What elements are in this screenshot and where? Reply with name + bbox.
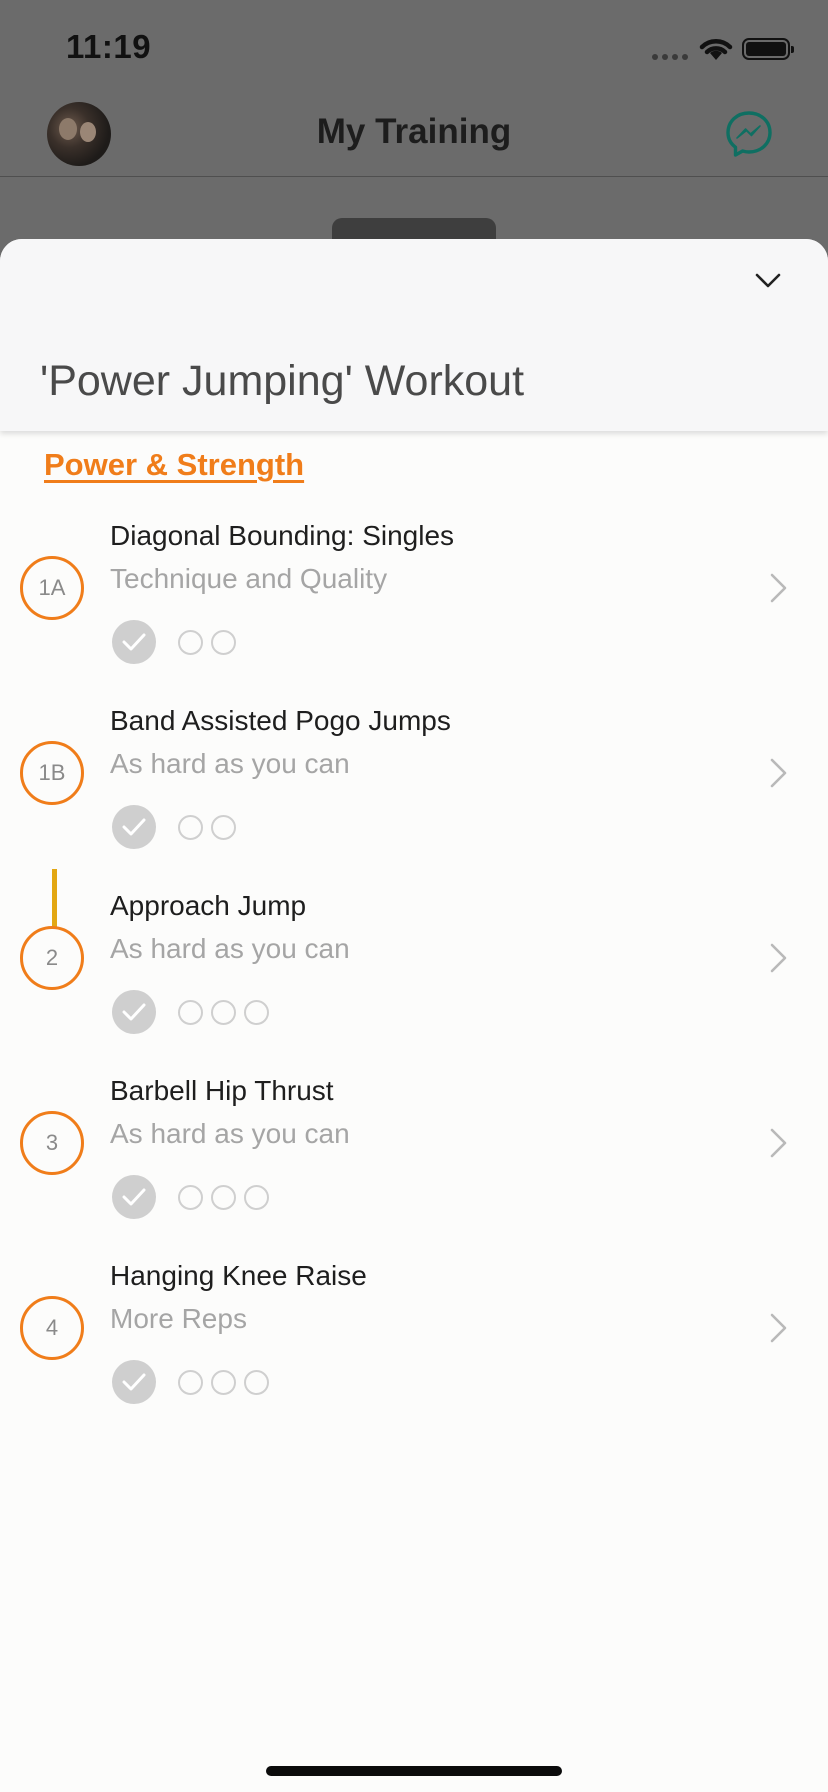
- set-circle-icon[interactable]: [211, 814, 236, 840]
- exercise-number-badge: 2: [20, 926, 84, 990]
- exercise-row[interactable]: 1B Band Assisted Pogo Jumps As hard as you…: [0, 705, 828, 877]
- set-circle-icon[interactable]: [178, 1369, 203, 1395]
- set-circle-icon[interactable]: [211, 1369, 236, 1395]
- exercise-row[interactable]: 4 Hanging Knee Raise More Reps: [0, 1260, 828, 1432]
- wifi-icon: [699, 39, 733, 60]
- exercise-number-badge: 1B: [20, 741, 84, 805]
- exercise-intensity: Technique and Quality: [110, 563, 388, 594]
- exercise-number-badge: 4: [20, 1296, 84, 1360]
- exercise-row[interactable]: 1A Diagonal Bounding: Singles Technique an…: [0, 520, 828, 692]
- set-tracker: [112, 990, 277, 1034]
- set-circle-icon[interactable]: [244, 1184, 269, 1210]
- exercise-number-badge: 1A: [20, 556, 84, 620]
- exercise-intensity: As hard as you can: [110, 933, 350, 964]
- home-indicator: [266, 1766, 562, 1776]
- chevron-down-icon: [755, 273, 781, 288]
- cellular-signal-icon: [652, 54, 688, 60]
- set-circle-icon[interactable]: [178, 1184, 203, 1210]
- nav-bar: My Training: [0, 100, 828, 177]
- set-circle-icon[interactable]: [178, 814, 203, 840]
- chevron-right-icon[interactable]: [768, 942, 790, 974]
- exercise-name: Diagonal Bounding: Singles: [110, 520, 455, 551]
- collapse-button[interactable]: [746, 259, 790, 303]
- set-circle-icon[interactable]: [211, 629, 236, 655]
- exercise-name: Band Assisted Pogo Jumps: [110, 705, 451, 736]
- check-icon[interactable]: [112, 1175, 156, 1219]
- check-icon[interactable]: [112, 990, 156, 1034]
- sheet-header: 'Power Jumping' Workout: [0, 239, 828, 431]
- set-circle-icon[interactable]: [244, 999, 269, 1025]
- chevron-right-icon[interactable]: [768, 757, 790, 789]
- set-circle-icon[interactable]: [211, 999, 236, 1025]
- battery-icon: [742, 38, 794, 60]
- check-icon[interactable]: [112, 1360, 156, 1404]
- set-tracker: [112, 1175, 277, 1219]
- set-tracker: [112, 805, 244, 849]
- exercise-intensity: As hard as you can: [110, 1118, 350, 1149]
- chevron-right-icon[interactable]: [768, 572, 790, 604]
- section-link[interactable]: Power & Strength: [44, 447, 304, 483]
- set-circle-icon[interactable]: [244, 1369, 269, 1395]
- status-time: 11:19: [66, 28, 152, 65]
- workout-title: 'Power Jumping' Workout: [40, 357, 525, 405]
- exercise-intensity: More Reps: [110, 1303, 247, 1334]
- set-tracker: [112, 620, 244, 664]
- check-icon[interactable]: [112, 620, 156, 664]
- exercise-row[interactable]: 2 Approach Jump As hard as you can: [0, 890, 828, 1062]
- exercise-name: Approach Jump: [110, 890, 307, 921]
- exercise-intensity: As hard as you can: [110, 748, 350, 779]
- chevron-right-icon[interactable]: [768, 1127, 790, 1159]
- chevron-right-icon[interactable]: [768, 1312, 790, 1344]
- set-circle-icon[interactable]: [211, 1184, 236, 1210]
- exercise-name: Hanging Knee Raise: [110, 1260, 367, 1291]
- status-bar: 11:19: [0, 0, 828, 100]
- set-tracker: [112, 1360, 277, 1404]
- exercise-number-badge: 3: [20, 1111, 84, 1175]
- set-circle-icon[interactable]: [178, 999, 203, 1025]
- workout-sheet: 'Power Jumping' Workout Power & Strength…: [0, 239, 828, 1792]
- messenger-icon[interactable]: [724, 109, 774, 159]
- exercise-name: Barbell Hip Thrust: [110, 1075, 334, 1106]
- page-title: My Training: [316, 112, 512, 151]
- set-circle-icon[interactable]: [178, 629, 203, 655]
- exercise-row[interactable]: 3 Barbell Hip Thrust As hard as you can: [0, 1075, 828, 1247]
- check-icon[interactable]: [112, 805, 156, 849]
